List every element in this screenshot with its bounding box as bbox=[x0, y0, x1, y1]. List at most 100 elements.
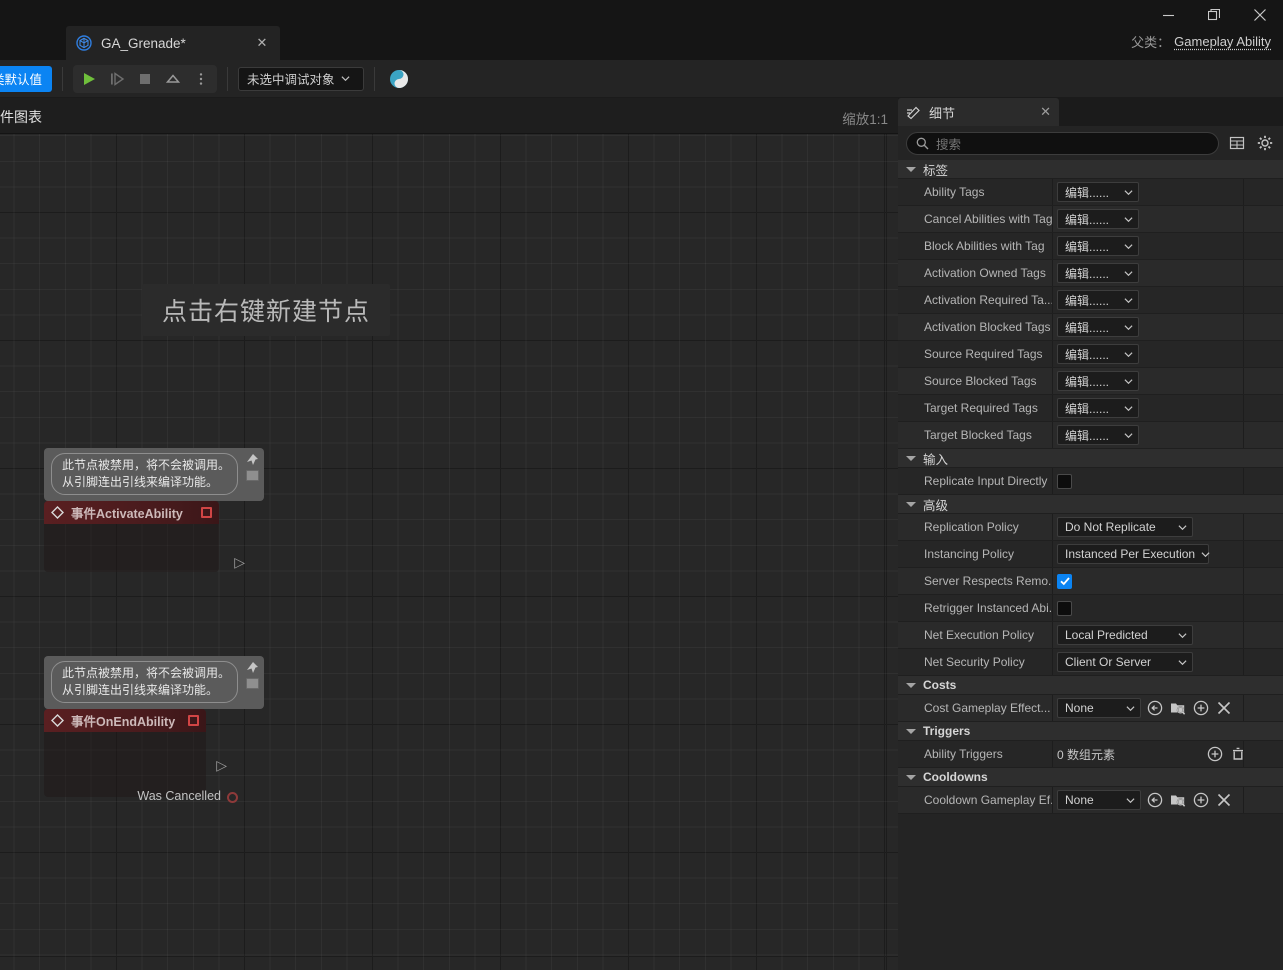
new-asset-icon[interactable] bbox=[1192, 699, 1210, 717]
category-header-Costs[interactable]: Costs bbox=[898, 676, 1283, 695]
comment-resize-icon[interactable] bbox=[246, 470, 259, 481]
document-tab-close-icon[interactable]: ✕ bbox=[254, 35, 270, 51]
add-element-icon[interactable] bbox=[1206, 745, 1224, 763]
browse-icon[interactable] bbox=[1169, 791, 1187, 809]
column-separator bbox=[1052, 395, 1053, 421]
column-separator-2 bbox=[1243, 341, 1244, 367]
maximize-icon[interactable] bbox=[1191, 0, 1237, 30]
column-separator bbox=[1052, 649, 1053, 675]
property-label: Cancel Abilities with Tag bbox=[924, 212, 1052, 226]
property-dropdown[interactable]: 编辑...... bbox=[1057, 371, 1139, 391]
close-icon[interactable] bbox=[1237, 0, 1283, 30]
property-dropdown[interactable]: 编辑...... bbox=[1057, 263, 1139, 283]
property-dropdown[interactable]: 编辑...... bbox=[1057, 236, 1139, 256]
chevron-down-icon bbox=[1126, 797, 1135, 803]
property-dropdown[interactable]: Local Predicted bbox=[1057, 625, 1193, 645]
pin-icon[interactable] bbox=[245, 661, 259, 675]
column-separator bbox=[1052, 787, 1053, 813]
category-header-标签[interactable]: 标签 bbox=[898, 160, 1283, 179]
dropdown-value: Local Predicted bbox=[1065, 628, 1148, 642]
use-selected-icon[interactable] bbox=[1146, 699, 1164, 717]
chevron-down-icon bbox=[1124, 189, 1133, 195]
property-dropdown[interactable]: 编辑...... bbox=[1057, 398, 1139, 418]
column-separator bbox=[1052, 568, 1053, 594]
category-header-Triggers[interactable]: Triggers bbox=[898, 722, 1283, 741]
node-exec-out-pin[interactable]: ▷ bbox=[234, 554, 245, 571]
dropdown-value: 编辑...... bbox=[1065, 347, 1110, 362]
new-asset-icon[interactable] bbox=[1192, 791, 1210, 809]
use-selected-icon[interactable] bbox=[1146, 791, 1164, 809]
details-tab-bar: 细节 ✕ bbox=[898, 98, 1283, 126]
window-controls bbox=[1145, 0, 1283, 30]
property-dropdown[interactable]: Instanced Per Execution bbox=[1057, 544, 1210, 564]
node-exec-out-pin[interactable]: ▷ bbox=[216, 757, 227, 774]
property-checkbox[interactable] bbox=[1057, 600, 1072, 616]
column-view-icon[interactable] bbox=[1227, 133, 1247, 153]
property-dropdown[interactable]: 编辑...... bbox=[1057, 317, 1139, 337]
property-dropdown[interactable]: 编辑...... bbox=[1057, 344, 1139, 364]
graph-header: 事件图表 缩放1:1 bbox=[0, 98, 898, 134]
search-input[interactable]: 搜索 bbox=[906, 131, 1219, 155]
class-defaults-button[interactable]: 类默认值 bbox=[0, 65, 52, 92]
stop-icon[interactable] bbox=[131, 65, 159, 93]
graph-hint-message: 点击右键新建节点 bbox=[142, 284, 391, 336]
debug-object-dropdown[interactable]: 未选中调试对象 bbox=[238, 66, 364, 91]
node-pin-label-was-cancelled: Was Cancelled bbox=[137, 789, 221, 803]
property-dropdown[interactable]: Client Or Server bbox=[1057, 652, 1193, 672]
parent-class-link[interactable]: Gameplay Ability bbox=[1174, 34, 1271, 49]
details-tab[interactable]: 细节 ✕ bbox=[898, 98, 1059, 126]
property-dropdown[interactable]: 编辑...... bbox=[1057, 209, 1139, 229]
settings-gear-icon[interactable] bbox=[1255, 133, 1275, 153]
category-label: Cooldowns bbox=[923, 770, 988, 784]
category-header-输入[interactable]: 输入 bbox=[898, 449, 1283, 468]
property-value-cell: 编辑...... bbox=[1052, 182, 1283, 202]
pin-icon[interactable] bbox=[245, 453, 259, 467]
comment-resize-icon[interactable] bbox=[246, 678, 259, 689]
yin-yang-icon[interactable] bbox=[385, 65, 413, 93]
clear-icon[interactable] bbox=[1215, 699, 1233, 717]
category-header-Cooldowns[interactable]: Cooldowns bbox=[898, 768, 1283, 787]
property-row: Target Required Tags 编辑...... bbox=[898, 395, 1283, 422]
dropdown-value: 编辑...... bbox=[1065, 320, 1110, 335]
details-tab-close-icon[interactable]: ✕ bbox=[1040, 104, 1051, 120]
event-graph-canvas[interactable]: 事件图表 缩放1:1 点击右键新建节点 此节点被禁用，将不会被调用。 从引脚连出… bbox=[0, 98, 898, 970]
column-separator bbox=[1052, 287, 1053, 313]
eject-icon[interactable] bbox=[159, 65, 187, 93]
property-checkbox[interactable] bbox=[1057, 473, 1072, 489]
node-exec-pin-icon[interactable] bbox=[201, 507, 212, 518]
property-dropdown[interactable]: 编辑...... bbox=[1057, 425, 1139, 445]
node-event-on-end-ability[interactable]: 事件OnEndAbility ▷ Was Cancelled bbox=[44, 709, 238, 803]
event-diamond-icon bbox=[51, 714, 64, 727]
property-checkbox[interactable] bbox=[1057, 573, 1072, 589]
graph-zoom-level: 缩放1:1 bbox=[842, 112, 888, 127]
minimize-icon[interactable] bbox=[1145, 0, 1191, 30]
node-header[interactable]: 事件ActivateAbility bbox=[44, 501, 219, 524]
node-header[interactable]: 事件OnEndAbility bbox=[44, 709, 206, 732]
document-tab-ga-grenade[interactable]: GA_Grenade* ✕ bbox=[66, 26, 280, 60]
step-frame-icon[interactable] bbox=[103, 65, 131, 93]
property-row: Retrigger Instanced Abi... bbox=[898, 595, 1283, 622]
property-dropdown[interactable]: None bbox=[1057, 790, 1141, 810]
property-dropdown[interactable]: 编辑...... bbox=[1057, 290, 1139, 310]
column-separator-2 bbox=[1243, 741, 1244, 767]
toolbar-more-options-icon[interactable] bbox=[187, 65, 215, 93]
property-dropdown[interactable]: 编辑...... bbox=[1057, 182, 1139, 202]
property-value-cell: 编辑...... bbox=[1052, 371, 1283, 391]
category-header-高级[interactable]: 高级 bbox=[898, 495, 1283, 514]
node-bool-out-pin[interactable] bbox=[227, 792, 238, 803]
node-comment-activate-ability[interactable]: 此节点被禁用，将不会被调用。 从引脚连出引线来编译功能。 bbox=[44, 448, 264, 507]
blueprint-icon bbox=[76, 35, 92, 51]
property-dropdown[interactable]: None bbox=[1057, 698, 1141, 718]
property-dropdown[interactable]: Do Not Replicate bbox=[1057, 517, 1193, 537]
delete-all-icon[interactable] bbox=[1229, 745, 1247, 763]
node-exec-pin-icon[interactable] bbox=[188, 715, 199, 726]
node-event-activate-ability[interactable]: 事件ActivateAbility ▷ bbox=[44, 501, 245, 572]
clear-icon[interactable] bbox=[1215, 791, 1233, 809]
property-value-cell: 编辑...... bbox=[1052, 398, 1283, 418]
column-separator bbox=[1052, 233, 1053, 259]
play-icon[interactable] bbox=[75, 65, 103, 93]
node-comment-on-end-ability[interactable]: 此节点被禁用，将不会被调用。 从引脚连出引线来编译功能。 bbox=[44, 656, 264, 715]
browse-icon[interactable] bbox=[1169, 699, 1187, 717]
array-element-count: 0 数组元素 bbox=[1057, 747, 1116, 762]
column-separator-2 bbox=[1243, 422, 1244, 448]
